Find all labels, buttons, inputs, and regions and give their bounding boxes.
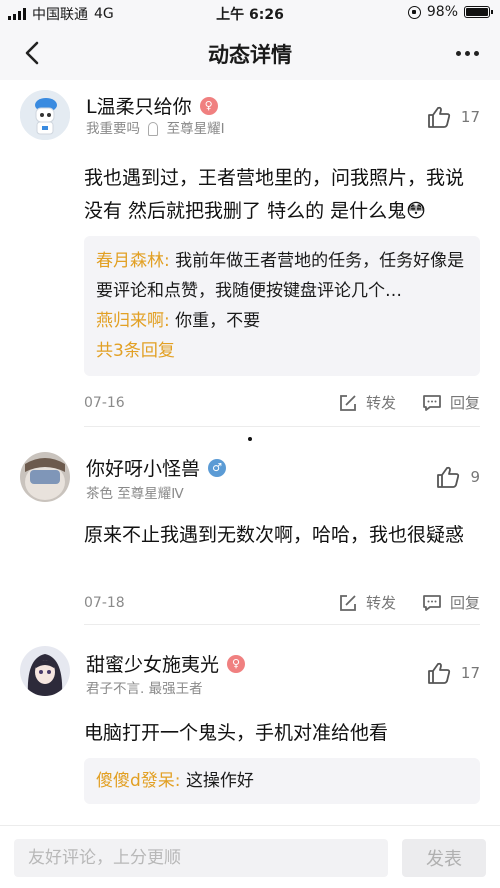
comment-meta: 07-16 转发 回复: [84, 392, 480, 413]
forward-button[interactable]: 转发: [338, 592, 396, 613]
avatar[interactable]: [20, 646, 70, 696]
avatar[interactable]: [20, 452, 70, 502]
share-edit-icon: [340, 594, 356, 611]
reply-author[interactable]: 燕归来啊:: [96, 311, 170, 331]
comment-bubble-icon: [423, 594, 441, 611]
thumbs-up-icon: [428, 662, 451, 684]
forward-label: 转发: [365, 594, 396, 612]
dot-icon: [473, 50, 479, 56]
battery-percent: 98%: [426, 4, 458, 20]
comment-list[interactable]: L温柔只给你 ♀ 我重要吗 至尊星耀Ⅰ 17 我也遇到过，王者营地里的，问我照片…: [0, 80, 500, 825]
reply-author[interactable]: 春月森林:: [96, 251, 170, 271]
reply-item[interactable]: 春月森林: 我前年做王者营地的任务，任务好像是要评论和点赞，我随便按键盘评论几个…: [96, 246, 468, 306]
like-count: 17: [460, 108, 480, 126]
anime-girl-avatar-image: [20, 646, 70, 696]
status-bar: 中国联通 4G 上午 6:26 98%: [0, 0, 500, 26]
commenter-subtitle: 茶色 至尊星耀Ⅳ: [86, 486, 184, 502]
robot-avatar-image: [20, 90, 70, 140]
photo-avatar-image: [20, 452, 70, 502]
commenter-tagline: 我重要吗: [86, 121, 140, 137]
male-gender-icon: ♂: [208, 458, 227, 477]
post-button[interactable]: 发表: [402, 839, 486, 877]
more-options-button[interactable]: [452, 38, 482, 68]
avatar[interactable]: [20, 90, 70, 140]
comment-input[interactable]: [14, 839, 388, 877]
commenter-subtitle: 我重要吗 至尊星耀Ⅰ: [86, 117, 225, 137]
nav-bar: 动态详情: [0, 26, 500, 80]
comment-meta: 07-18 转发 回复: [84, 592, 480, 613]
comment-date: 07-16: [84, 394, 125, 411]
reply-box[interactable]: 傻傻d發呆: 这操作好: [84, 758, 480, 804]
like-button[interactable]: 17: [427, 106, 480, 128]
page-title: 动态详情: [208, 43, 292, 67]
battery-icon: [464, 6, 493, 18]
comment-text: 我也遇到过，王者营地里的，问我照片，我说没有 然后就把我删了 特么的 是什么鬼😳: [84, 167, 465, 222]
rank-badge-icon: [148, 122, 159, 136]
reply-box[interactable]: 春月森林: 我前年做王者营地的任务，任务好像是要评论和点赞，我随便按键盘评论几个…: [84, 236, 480, 376]
reply-label: 回复: [449, 594, 480, 612]
comment-input-bar: 发表: [0, 825, 500, 888]
like-count: 9: [470, 468, 480, 486]
thumbs-up-icon: [437, 466, 460, 488]
commenter-name[interactable]: L温柔只给你: [86, 92, 192, 119]
divider: [84, 624, 480, 625]
commenter-rank: 至尊星耀Ⅰ: [166, 121, 225, 137]
female-gender-icon: ♀: [199, 96, 218, 115]
reply-text: 你重，不要: [175, 311, 261, 331]
comment-date: 07-18: [84, 594, 125, 611]
thumbs-up-icon: [428, 106, 451, 128]
comment-bubble-icon: [423, 394, 441, 411]
reply-text: 这操作好: [185, 771, 254, 791]
reply-item[interactable]: 燕归来啊: 你重，不要: [96, 306, 468, 336]
rotation-lock-icon: [407, 5, 421, 19]
reply-button[interactable]: 回复: [422, 392, 480, 413]
comment-text: 原来不止我遇到无数次啊，哈哈，我也很疑惑: [84, 524, 465, 546]
reply-item[interactable]: 傻傻d發呆: 这操作好: [96, 766, 468, 796]
comment-text: 电脑打开一个鬼头，手机对准给他看: [84, 722, 389, 744]
reply-author[interactable]: 傻傻d發呆:: [96, 771, 181, 791]
forward-label: 转发: [365, 394, 396, 412]
female-gender-icon: ♀: [227, 654, 246, 673]
page-indicator-dot: [248, 437, 252, 441]
share-edit-icon: [340, 394, 356, 411]
forward-button[interactable]: 转发: [338, 392, 396, 413]
commenter-name[interactable]: 你好呀小怪兽: [86, 454, 200, 481]
like-button[interactable]: 17: [427, 662, 480, 684]
dot-icon: [464, 50, 470, 56]
like-count: 17: [460, 664, 480, 682]
like-button[interactable]: 9: [436, 466, 480, 488]
commenter-name[interactable]: 甜蜜少女施夷光: [86, 650, 219, 677]
reply-button[interactable]: 回复: [422, 592, 480, 613]
divider: [84, 426, 480, 427]
view-all-replies-link[interactable]: 共3条回复: [96, 336, 468, 366]
reply-label: 回复: [449, 394, 480, 412]
dot-icon: [455, 50, 461, 56]
commenter-subtitle: 君子不言. 最强王者: [86, 681, 203, 697]
